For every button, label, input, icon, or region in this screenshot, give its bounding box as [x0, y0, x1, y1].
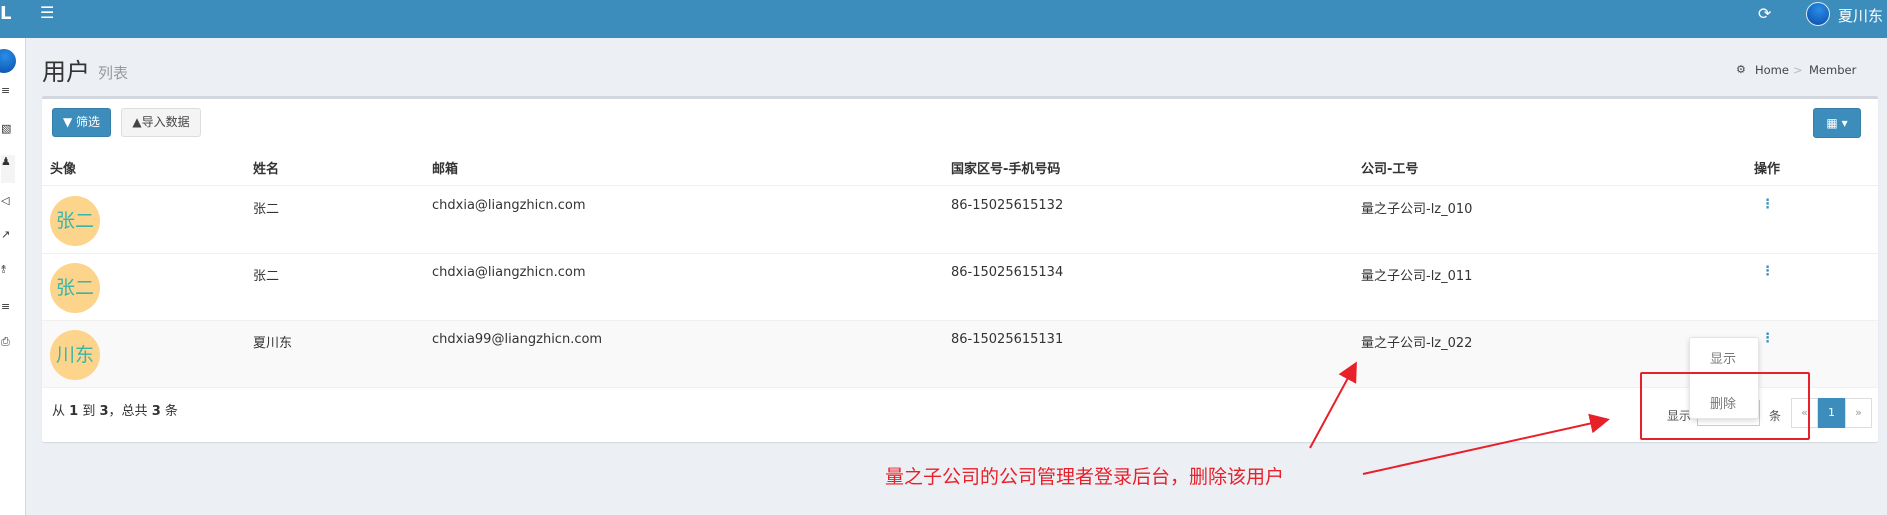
annotation-text: 量之子公司的公司管理者登录后台，删除该用户 [885, 466, 1285, 488]
arrow-to-company [1309, 361, 1357, 449]
arrow-to-pagination [1362, 413, 1610, 475]
annotation-arrows [1309, 361, 1610, 475]
